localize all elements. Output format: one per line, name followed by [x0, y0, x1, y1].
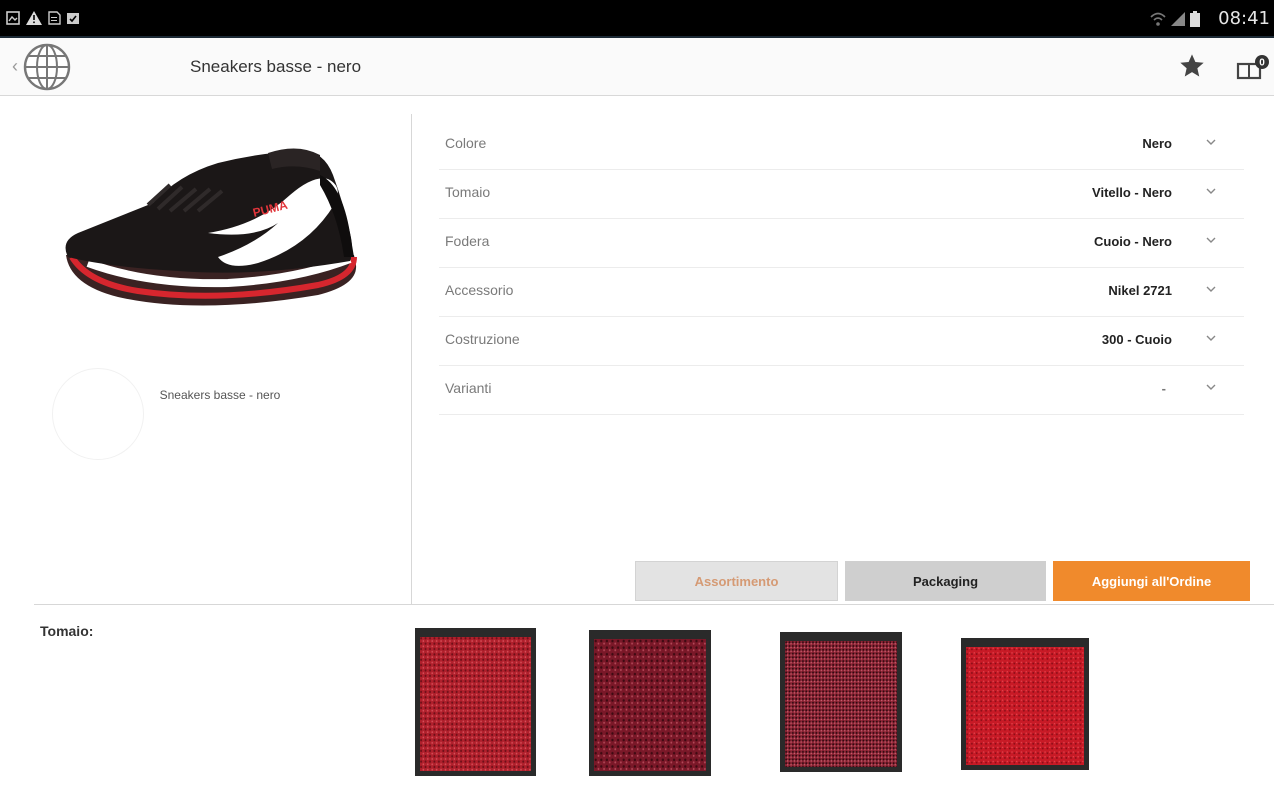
panel-divider — [411, 114, 412, 604]
star-icon[interactable] — [1178, 52, 1206, 80]
option-value: Cuoio - Nero — [1094, 234, 1172, 249]
option-label: Varianti — [445, 380, 492, 396]
option-label: Costruzione — [445, 331, 520, 347]
chevron-down-icon[interactable] — [1204, 233, 1218, 247]
option-label: Tomaio — [445, 184, 491, 200]
warning-icon — [26, 11, 42, 25]
back-chevron-icon[interactable]: ‹ — [12, 56, 18, 77]
material-swatch[interactable] — [415, 628, 536, 776]
swatch-texture — [594, 639, 706, 771]
add-to-order-button[interactable]: Aggiungi all'Ordine — [1053, 561, 1250, 601]
material-swatch[interactable] — [961, 638, 1089, 770]
option-row-tomaio[interactable]: Tomaio Vitello - Nero — [439, 170, 1244, 219]
option-label: Fodera — [445, 233, 490, 249]
globe-icon[interactable] — [22, 42, 72, 92]
option-value: 300 - Cuoio — [1101, 332, 1172, 347]
options-list: Colore Nero Tomaio Vitello - Nero Fodera… — [439, 121, 1244, 415]
option-value: Vitello - Nero — [1092, 185, 1172, 200]
swatch-texture — [785, 641, 897, 767]
option-row-accessorio[interactable]: Accessorio Nikel 2721 — [439, 268, 1244, 317]
cart-badge: 0 — [1259, 58, 1265, 69]
product-image: PUMA — [65, 148, 357, 306]
option-label: Accessorio — [445, 282, 514, 298]
chevron-down-icon[interactable] — [1204, 380, 1218, 394]
material-swatch[interactable] — [780, 632, 902, 772]
decorative-circle — [52, 368, 144, 460]
swatch-section-label: Tomaio: — [40, 623, 94, 639]
calendar-check-icon — [67, 13, 79, 24]
chevron-down-icon[interactable] — [1204, 135, 1218, 149]
product-caption: Sneakers basse - nero — [159, 388, 281, 402]
chevron-down-icon[interactable] — [1204, 331, 1218, 345]
option-label: Colore — [445, 135, 487, 151]
document-icon — [48, 11, 61, 25]
option-row-costruzione[interactable]: Costruzione 300 - Cuoio — [439, 317, 1244, 366]
status-time: 08:41 — [1218, 8, 1270, 29]
option-row-colore[interactable]: Colore Nero — [439, 121, 1244, 170]
action-bar: ‹ Sneakers basse - nero 0 — [0, 38, 1274, 96]
option-value: - — [1161, 381, 1166, 396]
status-bar: 08:41 — [0, 0, 1274, 38]
battery-icon — [1190, 11, 1200, 27]
option-row-varianti[interactable]: Varianti - — [439, 366, 1244, 415]
swatch-texture — [966, 647, 1084, 765]
cart-icon[interactable]: 0 — [1236, 52, 1270, 82]
signal-icon — [1171, 12, 1185, 26]
chevron-down-icon[interactable] — [1204, 184, 1218, 198]
packaging-button[interactable]: Packaging — [845, 561, 1046, 601]
assortimento-button[interactable]: Assortimento — [635, 561, 838, 601]
option-value: Nikel 2721 — [1108, 283, 1172, 298]
section-divider — [34, 604, 1274, 605]
chevron-down-icon[interactable] — [1204, 282, 1218, 296]
swatch-texture — [420, 637, 531, 771]
gallery-icon — [6, 11, 20, 25]
wifi-icon — [1150, 12, 1166, 26]
page-title: Sneakers basse - nero — [190, 57, 362, 76]
option-value: Nero — [1142, 136, 1172, 151]
material-swatch[interactable] — [589, 630, 711, 776]
option-row-fodera[interactable]: Fodera Cuoio - Nero — [439, 219, 1244, 268]
